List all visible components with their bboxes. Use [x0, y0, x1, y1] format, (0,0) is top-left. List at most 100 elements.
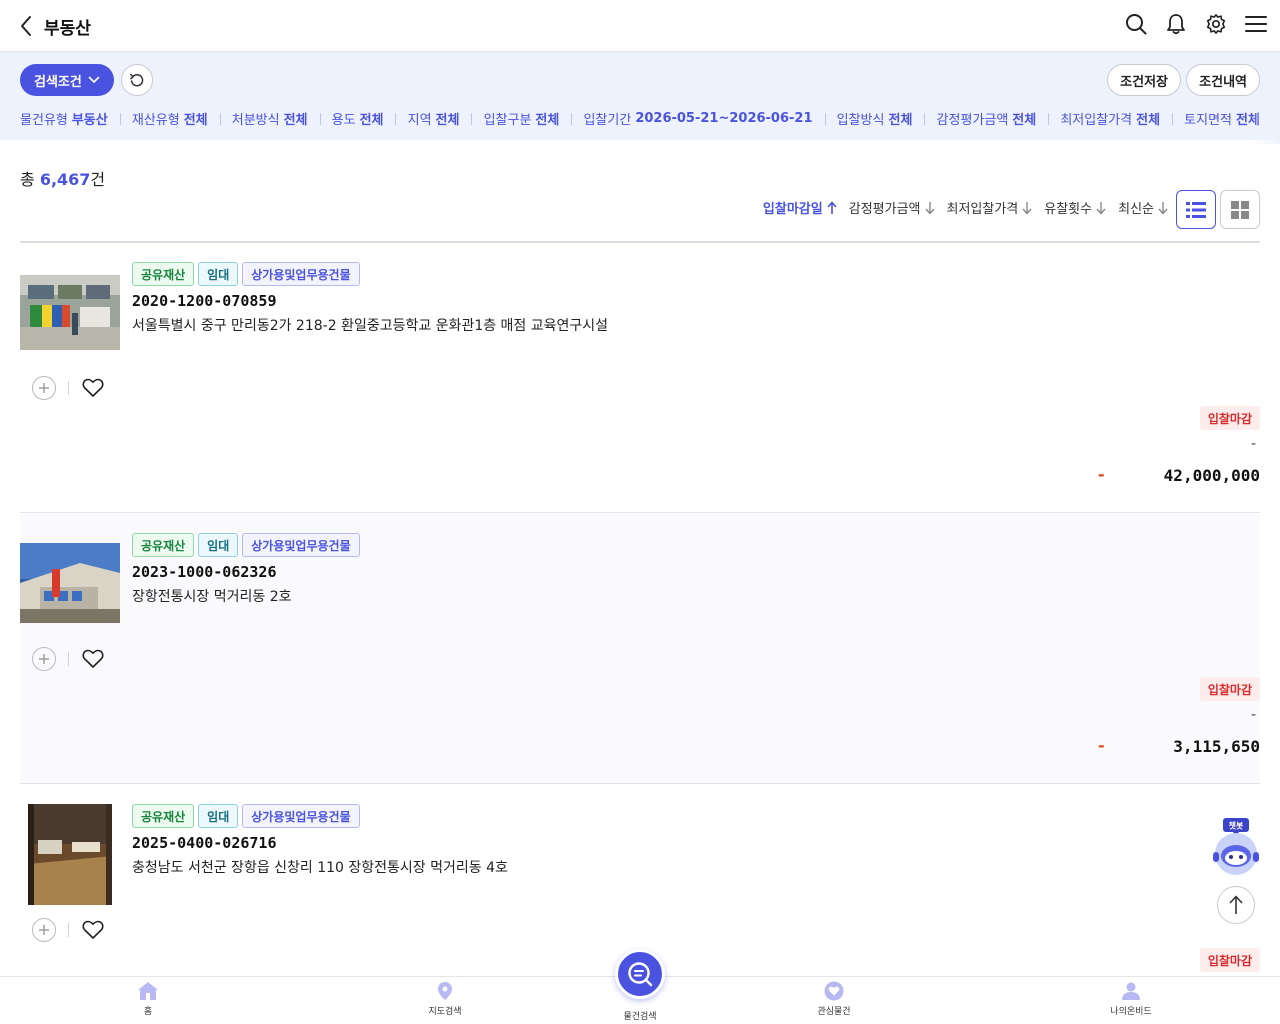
- favorite-button[interactable]: [81, 918, 105, 942]
- arrow-down-icon: [1158, 201, 1168, 214]
- sort-label: 최신순: [1118, 202, 1154, 217]
- reset-filter-button[interactable]: [121, 64, 153, 96]
- hamburger-menu-icon: [1245, 16, 1267, 32]
- grid-icon: [1231, 200, 1249, 219]
- search-button[interactable]: [1124, 12, 1148, 36]
- sort-bid-deadline[interactable]: 입찰마감일: [763, 198, 837, 217]
- nav-home[interactable]: 홈: [103, 981, 193, 1017]
- item-address[interactable]: 서울특별시 중구 만리동2가 218-2 환일중고등학교 운화관1층 매점 교육…: [132, 315, 608, 335]
- filter-chip-region[interactable]: 지역 전체: [408, 109, 460, 128]
- sort-bar: 입찰마감일 감정평가금액 최저입찰가격 유찰횟수 최신순: [763, 198, 1168, 217]
- chip-key: 입찰방식: [836, 113, 885, 128]
- filter-chip-bid-period[interactable]: 입찰기간 2026-05-21~2026-06-21: [583, 109, 812, 128]
- bell-icon: [1167, 14, 1185, 35]
- arrow-up-icon: [827, 201, 837, 214]
- heart-icon: [82, 920, 104, 939]
- count-prefix: 총: [20, 170, 40, 189]
- gear-icon: [1206, 14, 1226, 34]
- sort-label: 최저입찰가격: [946, 202, 1019, 217]
- tag-property-class: 공유재산: [132, 804, 195, 828]
- tag-deal-type: 임대: [198, 533, 239, 557]
- filter-band: 검색조건 조건저장 조건내역 물건유형 부동산 재산유형 전체 처분방식 전체 용도 전…: [0, 52, 1280, 144]
- heart-icon: [82, 378, 104, 397]
- item-price: 42,000,000: [1163, 466, 1260, 485]
- back-button[interactable]: [14, 14, 38, 38]
- sort-failed-count[interactable]: 유찰횟수: [1044, 198, 1106, 217]
- item-period: -: [1250, 707, 1256, 723]
- nav-map-search[interactable]: 지도검색: [400, 981, 490, 1017]
- map-pin-icon: [438, 982, 452, 1000]
- compare-add-button[interactable]: [32, 647, 56, 671]
- favorite-button[interactable]: [81, 376, 105, 400]
- grid-view-button[interactable]: [1220, 190, 1260, 229]
- chip-key: 감정평가금액: [936, 113, 1009, 128]
- list-item[interactable]: 공유재산 임대 상가용및업무용건물 2023-1000-062326 장항전통시…: [20, 514, 1260, 784]
- item-address[interactable]: 충청남도 서천군 장항읍 신창리 110 장항전통시장 먹거리동 4호: [132, 857, 508, 877]
- chip-key: 토지면적: [1184, 113, 1232, 128]
- action-divider: [68, 923, 69, 937]
- item-thumbnail[interactable]: [20, 543, 120, 623]
- notification-button[interactable]: [1164, 12, 1188, 36]
- filter-chip-bid-category[interactable]: 입찰구분 전체: [484, 109, 560, 128]
- heart-icon: [824, 981, 844, 1001]
- settings-button[interactable]: [1204, 12, 1228, 36]
- search-chat-icon: [628, 962, 653, 987]
- tag-property-class: 공유재산: [132, 262, 195, 286]
- search-condition-button[interactable]: 검색조건: [20, 64, 114, 96]
- item-number[interactable]: 2023-1000-062326: [132, 563, 277, 581]
- list-item[interactable]: 공유재산 임대 상가용및업무용건물 2020-1200-070859 서울특별시…: [20, 243, 1260, 513]
- chip-value: 부동산: [71, 113, 108, 128]
- sort-appraisal[interactable]: 감정평가금액: [849, 198, 935, 217]
- tag-property-class: 공유재산: [132, 533, 195, 557]
- nav-item-search-button[interactable]: [615, 949, 665, 999]
- chip-value: 전체: [1136, 113, 1161, 128]
- action-divider: [68, 381, 69, 395]
- filter-chip-asset-type[interactable]: 재산유형 전체: [132, 109, 208, 128]
- filter-chip-appraisal[interactable]: 감정평가금액 전체: [937, 109, 1037, 128]
- nav-favorites[interactable]: 관심물건: [789, 981, 879, 1017]
- chip-row-fade: [1252, 104, 1280, 144]
- list-item[interactable]: 공유재산 임대 상가용및업무용건물 2025-0400-026716 충청남도 …: [20, 785, 1260, 976]
- filter-chip-item-type[interactable]: 물건유형 부동산: [20, 109, 108, 128]
- heart-icon: [82, 649, 104, 668]
- list-view-button[interactable]: [1176, 190, 1216, 229]
- nav-favorites-label: 관심물건: [817, 1007, 851, 1017]
- search-icon: [1126, 14, 1147, 35]
- nav-my-page[interactable]: 나의온비드: [1086, 981, 1176, 1017]
- item-number[interactable]: 2025-0400-026716: [132, 834, 277, 852]
- filter-chip-disposal-method[interactable]: 처분방식 전체: [232, 109, 308, 128]
- chatbot-button[interactable]: 챗봇: [1210, 818, 1262, 876]
- compare-add-button[interactable]: [32, 918, 56, 942]
- item-rate: -: [1098, 465, 1105, 484]
- scroll-to-top-button[interactable]: [1217, 886, 1255, 924]
- save-condition-button[interactable]: 조건저장: [1107, 64, 1181, 96]
- item-rate: -: [1098, 736, 1105, 755]
- filter-chip-bid-method[interactable]: 입찰방식 전체: [837, 109, 913, 128]
- filter-chip-usage[interactable]: 용도 전체: [332, 109, 384, 128]
- filter-chip-min-bid[interactable]: 최저입찰가격 전체: [1060, 109, 1160, 128]
- condition-history-button[interactable]: 조건내역: [1186, 64, 1260, 96]
- chip-value: 전체: [283, 113, 308, 128]
- refresh-icon: [130, 73, 144, 87]
- nav-map-search-label: 지도검색: [428, 1007, 462, 1017]
- sort-latest[interactable]: 최신순: [1118, 198, 1168, 217]
- result-count: 총 6,467건: [20, 166, 105, 190]
- item-actions: [32, 376, 105, 400]
- item-thumbnail[interactable]: [28, 804, 112, 905]
- item-period: -: [1250, 436, 1256, 452]
- chip-key: 입찰기간: [583, 113, 632, 128]
- chevron-down-icon: [88, 76, 100, 83]
- menu-button[interactable]: [1244, 12, 1268, 36]
- item-tags: 공유재산 임대 상가용및업무용건물: [132, 533, 360, 557]
- item-address[interactable]: 장항전통시장 먹거리동 2호: [132, 586, 292, 606]
- compare-add-button[interactable]: [32, 376, 56, 400]
- filter-chip-land-area[interactable]: 토지면적 전체: [1184, 109, 1260, 128]
- favorite-button[interactable]: [81, 647, 105, 671]
- item-thumbnail[interactable]: [20, 275, 120, 350]
- sort-min-bid[interactable]: 최저입찰가격: [947, 198, 1033, 217]
- tag-deal-type: 임대: [198, 804, 239, 828]
- item-number[interactable]: 2020-1200-070859: [132, 292, 277, 310]
- arrow-up-icon: [1229, 895, 1243, 914]
- chip-value: 전체: [359, 113, 384, 128]
- count-number: 6,467: [39, 170, 91, 189]
